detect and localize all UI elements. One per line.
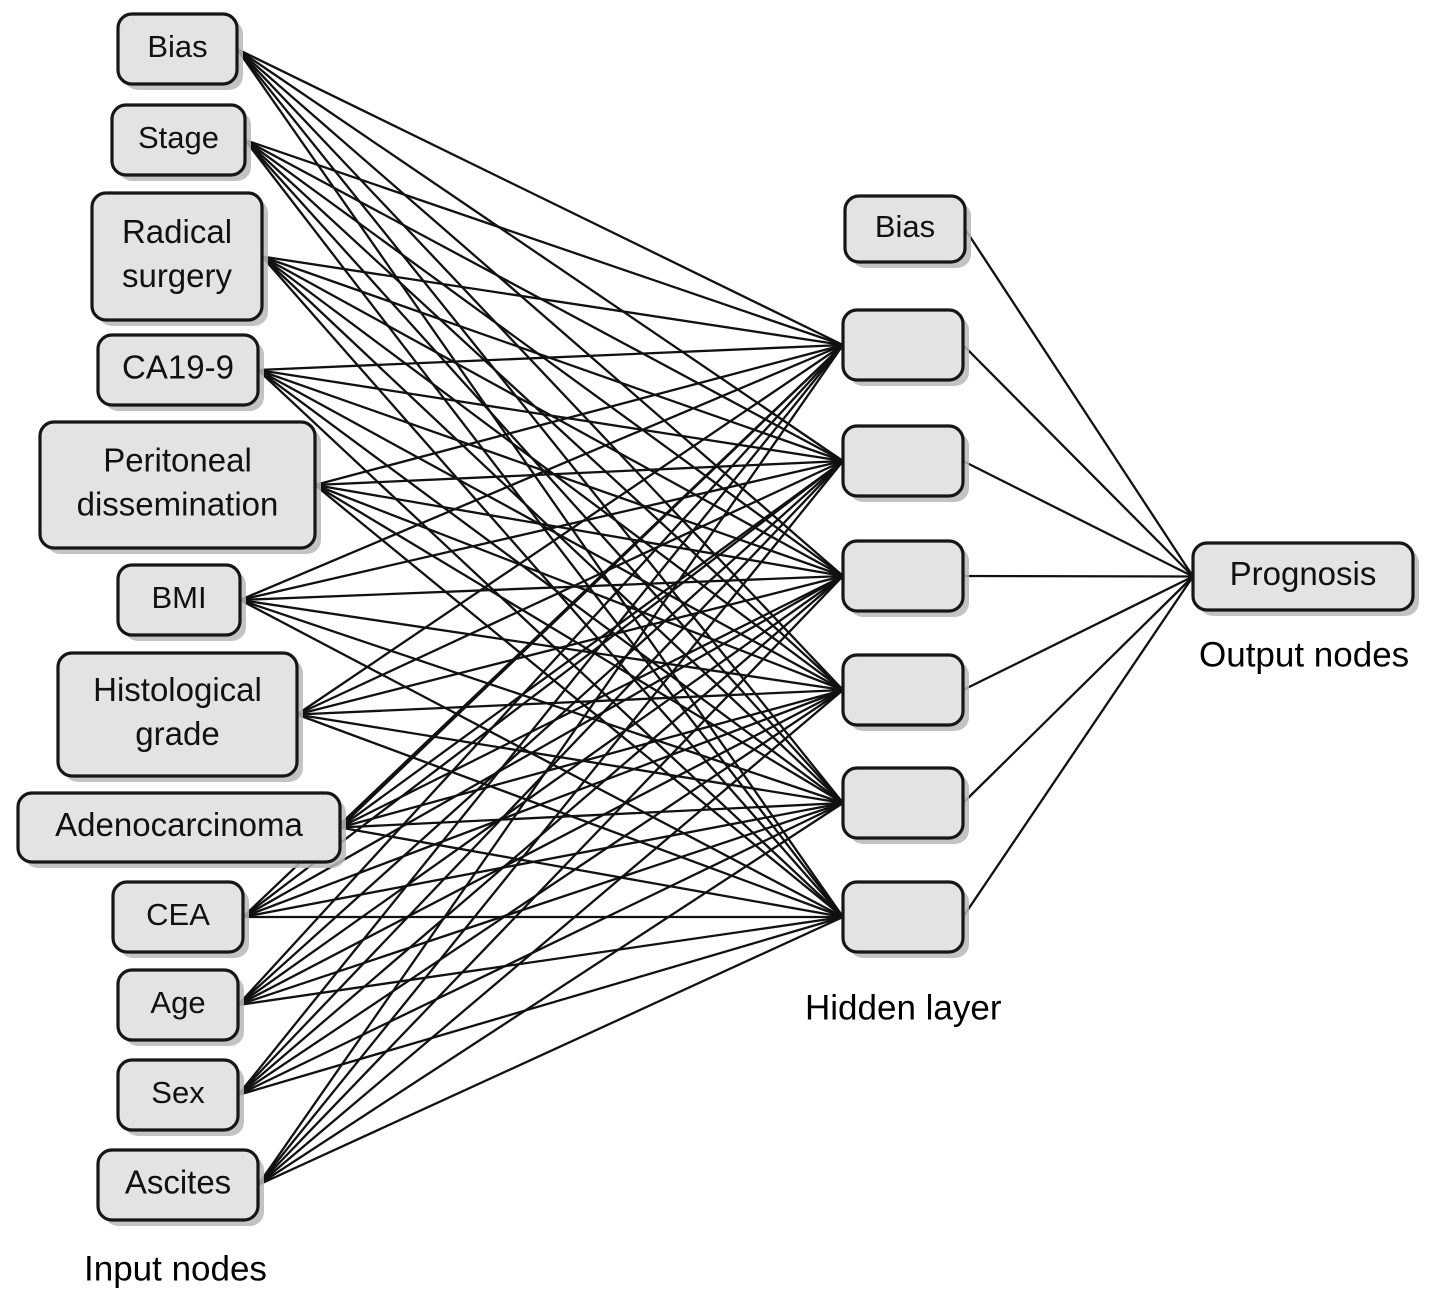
node-h-bias[interactable]: Bias — [843, 194, 971, 268]
node-label: BMI — [151, 580, 206, 615]
node-label: Stage — [138, 120, 219, 155]
network-canvas: Bias Stage Radical surgery CA19-9 Peritoneal d… — [16, 12, 1419, 1288]
node-h-1[interactable] — [841, 308, 969, 386]
connection-edge — [236, 915, 845, 1097]
connection-edge — [961, 459, 1195, 578]
connection-edge — [235, 47, 845, 463]
node-h-5[interactable] — [841, 766, 969, 844]
connection-edge — [961, 343, 1195, 578]
connection-edge — [260, 255, 845, 347]
neural-network-diagram: Bias Stage Radical surgery CA19-9 Peritoneal d… — [0, 0, 1441, 1297]
node-label: CEA — [146, 897, 210, 932]
output-layer-caption: Output nodes — [1199, 635, 1409, 674]
connection-edge — [236, 574, 845, 1007]
hidden-layer-caption: Hidden layer — [805, 988, 1002, 1027]
connection-edge — [963, 227, 1195, 578]
nodes-layer: Bias Stage Radical surgery CA19-9 Peritoneal d… — [16, 12, 1419, 1226]
connection-edge — [961, 575, 1195, 919]
node-in-stage[interactable]: Stage — [110, 103, 251, 181]
connection-edge — [238, 598, 845, 692]
node-box[interactable] — [841, 653, 965, 727]
node-h-6[interactable] — [841, 880, 969, 958]
connection-edge — [961, 574, 1195, 578]
node-in-sex[interactable]: Sex — [116, 1058, 244, 1136]
connection-edge — [238, 343, 845, 602]
node-in-ascites[interactable]: Ascites — [96, 1148, 264, 1226]
node-h-3[interactable] — [841, 539, 969, 617]
connection-edge — [961, 575, 1195, 805]
edges-layer — [235, 47, 1195, 1187]
connection-edge — [236, 343, 845, 1007]
connection-edge — [256, 368, 845, 463]
node-in-bmi[interactable]: BMI — [116, 563, 246, 641]
node-in-adeno[interactable]: Adenocarcinoma — [16, 791, 346, 868]
node-label: Age — [150, 985, 205, 1020]
node-label: Ascites — [125, 1164, 231, 1201]
connection-edge — [961, 575, 1195, 692]
connection-edge — [260, 255, 845, 463]
connection-edge — [256, 801, 845, 1187]
node-box[interactable] — [841, 766, 965, 840]
node-label: Peritoneal — [103, 442, 252, 479]
node-label: Histological — [93, 671, 262, 708]
connection-edge — [256, 915, 845, 1187]
node-box[interactable] — [841, 539, 965, 613]
node-box[interactable] — [841, 424, 965, 498]
node-label: Adenocarcinoma — [55, 806, 303, 843]
node-label: surgery — [122, 257, 233, 294]
node-h-2[interactable] — [841, 424, 969, 502]
node-h-4[interactable] — [841, 653, 969, 731]
node-label: CA19-9 — [122, 349, 234, 386]
node-label: dissemination — [77, 486, 279, 523]
node-in-cea[interactable]: CEA — [111, 880, 249, 958]
connection-edge — [238, 598, 845, 919]
node-label: Bias — [147, 29, 207, 64]
node-in-bias[interactable]: Bias — [116, 12, 243, 90]
connection-edge — [243, 138, 845, 347]
node-label: Radical — [122, 213, 232, 250]
input-layer-caption: Input nodes — [84, 1249, 267, 1288]
connection-edge — [236, 459, 845, 1007]
node-label: Prognosis — [1230, 555, 1377, 592]
connection-edge — [256, 574, 845, 1187]
node-box[interactable] — [841, 308, 965, 382]
node-in-ca199[interactable]: CA19-9 — [96, 333, 264, 411]
node-label: Sex — [151, 1075, 205, 1110]
node-label: Bias — [875, 209, 935, 244]
node-box[interactable] — [841, 880, 965, 954]
node-in-radical[interactable]: Radical surgery — [90, 191, 268, 326]
connection-edge — [236, 915, 845, 1007]
node-in-histgrade[interactable]: Histological grade — [56, 651, 303, 782]
node-label: grade — [135, 715, 219, 752]
node-out-prognosis[interactable]: Prognosis — [1191, 541, 1419, 616]
connection-edge — [235, 47, 845, 347]
node-in-peritoneal[interactable]: Peritoneal dissemination — [38, 420, 321, 554]
node-in-age[interactable]: Age — [116, 968, 244, 1046]
connection-edge — [256, 343, 845, 372]
